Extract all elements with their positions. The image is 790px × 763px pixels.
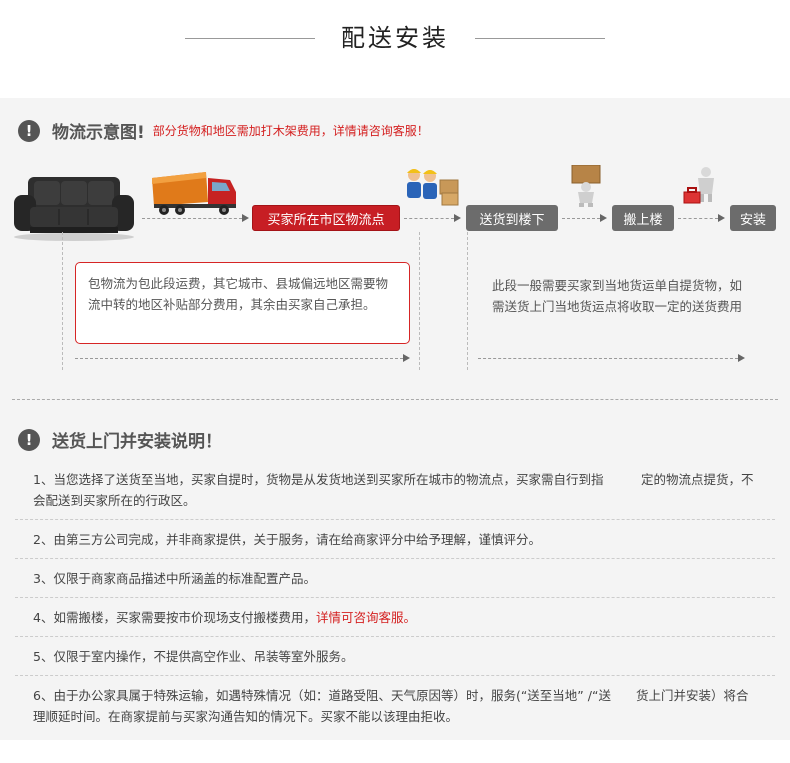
list-item: 4、如需搬楼，买家需要按市价现场支付搬楼费用，详情可咨询客服。 <box>15 598 775 637</box>
install-section-title: ! 送货上门并安装说明！ <box>18 427 222 452</box>
install-notes-list: 1、当您选择了送货至当地，买家自提时，货物是从发货地送到买家所在城市的物流点，买… <box>15 460 775 735</box>
delivery-fee-note: 此段一般需要买家到当地货运单自提货物，如需送货上门当地货运点将收取一定的送货费用 <box>492 278 743 314</box>
arrow-tip-icon <box>600 214 607 222</box>
carrier-icon <box>571 165 601 207</box>
tools-icon <box>683 167 714 204</box>
arrow-tip-icon <box>718 214 725 222</box>
arrow-tip-icon <box>403 354 410 362</box>
flow-title-text: 物流示意图! <box>52 123 145 143</box>
guide-line-1 <box>62 232 63 370</box>
section-divider <box>12 399 778 400</box>
range-arrow-right <box>478 358 738 359</box>
guide-line-2 <box>419 232 420 370</box>
flow-arrow-2 <box>404 218 454 219</box>
logistics-fee-note: 包物流为包此段运费，其它城市、县城偏远地区需要物流中转的地区补贴部分费用，其余由… <box>75 262 410 344</box>
contact-service-link[interactable]: 详情可咨询客服。 <box>316 610 416 625</box>
logistics-fee-text: 包物流为包此段运费，其它城市、县城偏远地区需要物流中转的地区补贴部分费用，其余由… <box>88 276 389 312</box>
step-carry-upstairs: 搬上楼 <box>612 205 674 231</box>
flow-section-title: ! 物流示意图! 部分货物和地区需加打木架费用，详情请咨询客服！ <box>18 118 429 143</box>
sofa-icon <box>14 177 134 241</box>
list-item: 2、由第三方公司完成，并非商家提供，关于服务，请在给商家评分中给予理解，谨慎评分… <box>15 520 775 559</box>
flow-note: 部分货物和地区需加打木架费用，详情请咨询客服！ <box>152 124 429 138</box>
workers-icon <box>407 169 459 206</box>
list-item: 5、仅限于室内操作，不提供高空作业、吊装等室外服务。 <box>15 637 775 676</box>
arrow-tip-icon <box>738 354 745 362</box>
step-install: 安装 <box>730 205 776 231</box>
arrow-tip-icon <box>454 214 461 222</box>
alert-icon: ! <box>18 119 40 142</box>
list-item: 3、仅限于商家商品描述中所涵盖的标准配置产品。 <box>15 559 775 598</box>
list-item: 1、当您选择了送货至当地，买家自提时，货物是从发货地送到买家所在城市的物流点，买… <box>15 460 775 520</box>
flow-arrow-3 <box>562 218 600 219</box>
range-arrow-left <box>75 358 403 359</box>
list-item: 6、由于办公家具属于特殊运输，如遇特殊情况（如：道路受阻、天气原因等）时，服务(… <box>33 688 749 724</box>
header-divider-right <box>475 38 605 39</box>
guide-line-3 <box>467 232 468 370</box>
page-title: 配送安装 <box>341 24 449 52</box>
arrow-tip-icon <box>242 214 249 222</box>
alert-icon: ! <box>18 428 40 451</box>
install-title-text: 送货上门并安装说明！ <box>52 432 222 452</box>
step-logistics-point: 买家所在市区物流点 <box>252 205 400 231</box>
flow-arrow-4 <box>678 218 718 219</box>
flow-arrow-1 <box>142 218 242 219</box>
truck-icon <box>152 172 236 215</box>
step-deliver-downstairs: 送货到楼下 <box>466 205 558 231</box>
page-header: 配送安装 <box>0 0 790 78</box>
